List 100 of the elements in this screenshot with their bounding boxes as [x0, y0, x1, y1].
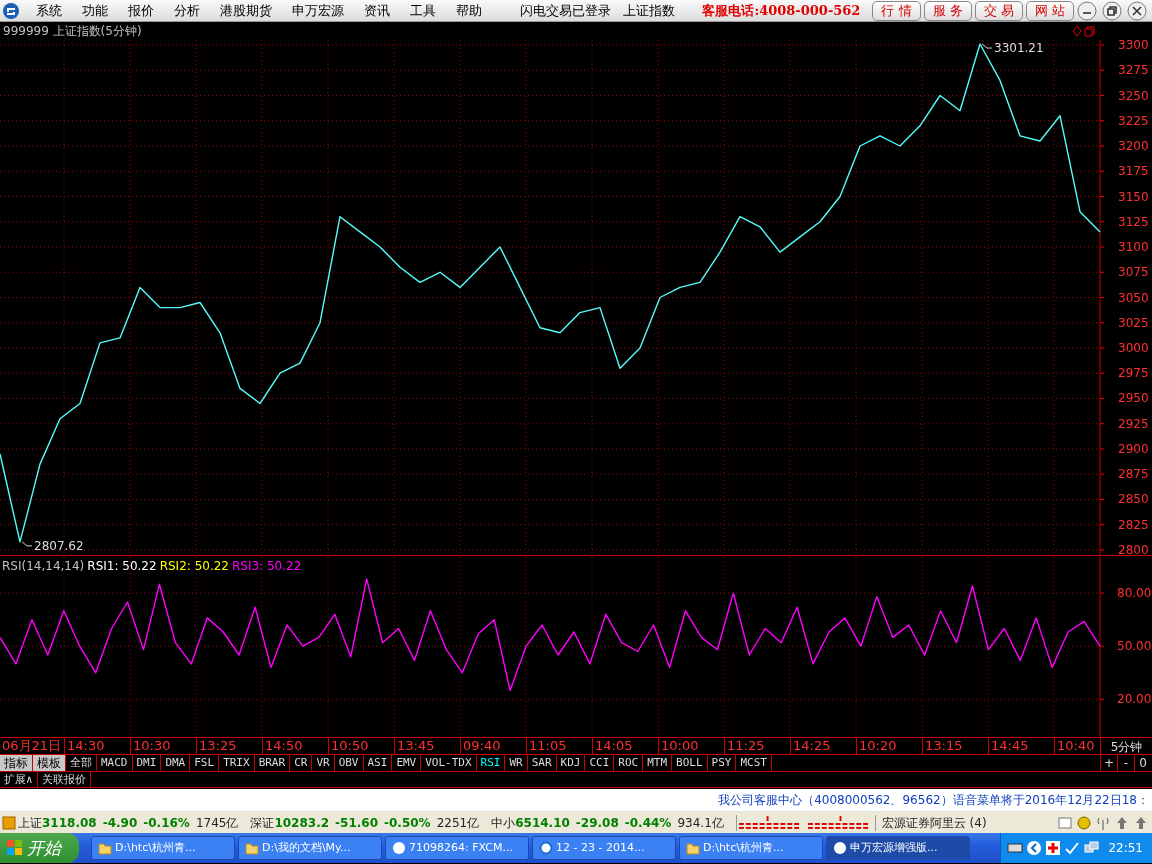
indicator-tab[interactable]: OBV — [334, 755, 364, 771]
indicator-tab[interactable]: ROC — [614, 755, 644, 771]
index-quote: 上证3118.08 — [18, 814, 97, 832]
toolbar-button[interactable]: 交 易 — [974, 0, 1023, 21]
tick-label: 2825 — [1099, 517, 1149, 532]
indicator-tab[interactable]: DMI — [132, 755, 162, 771]
tick-label: 3150 — [1099, 189, 1149, 204]
indicator-tab[interactable]: CCI — [585, 755, 615, 771]
indicator-tab[interactable]: MCST — [736, 755, 772, 771]
indicator-tab[interactable]: CR — [290, 755, 313, 771]
tick-label: 3025 — [1099, 315, 1149, 330]
cross-icon[interactable] — [1045, 840, 1062, 856]
panel-controls-icon[interactable] — [1072, 25, 1096, 37]
change-value: -51.60 — [335, 814, 378, 832]
period-label[interactable]: 5分钟 — [1110, 740, 1143, 754]
zoom-button[interactable]: - — [1117, 755, 1134, 771]
tick-label: 2850 — [1099, 492, 1149, 507]
y-tick-label: 80.00 — [1117, 586, 1152, 601]
time-label: 09:40 — [460, 738, 526, 754]
tick-label: 3275 — [1099, 63, 1149, 78]
indicator-tab[interactable]: MTM — [643, 755, 673, 771]
logo-icon[interactable] — [2, 1, 20, 20]
y-tick-label: 2825 — [1118, 517, 1149, 532]
notice-text: 我公司客服中心（4008000562、96562）语音菜单将于2016年12月22日18： — [718, 792, 1149, 809]
change-percent: -0.44% — [624, 814, 672, 832]
taskbar-button[interactable]: D:\htc\杭州青... — [91, 836, 235, 860]
indicator-tab[interactable]: 指标 — [0, 755, 33, 771]
time-label: 14:45 — [988, 738, 1054, 754]
tick-label: 3125 — [1099, 214, 1149, 229]
menu-item[interactable]: 功能 — [72, 0, 118, 21]
menu-item[interactable]: 港股期货 — [210, 0, 282, 21]
indicator-tab[interactable]: 全部 — [66, 755, 97, 771]
indicator-tab[interactable]: WR — [505, 755, 528, 771]
toolbar-button[interactable]: 网 站 — [1025, 0, 1074, 21]
tick-label: 3100 — [1099, 240, 1149, 254]
menu-item[interactable]: 系统 — [26, 0, 72, 21]
globe-icon — [539, 841, 553, 855]
menu-item[interactable]: 申万宏源 — [282, 0, 354, 21]
tab[interactable]: 扩展∧ — [0, 772, 38, 787]
menu-item[interactable]: 工具 — [400, 0, 446, 21]
taskbar-button[interactable]: D:\htc\杭州青... — [679, 836, 823, 860]
network-icon[interactable] — [1083, 840, 1100, 856]
keyboard-icon[interactable] — [1007, 840, 1024, 856]
tick-label: 50.00 — [1099, 639, 1152, 654]
toolbar-button[interactable]: 行 情 — [872, 0, 921, 21]
indicator-tab[interactable]: VOL-TDX — [421, 755, 477, 771]
tick-label: 80.00 — [1099, 586, 1152, 601]
restore-icon[interactable] — [1102, 0, 1122, 21]
start-button[interactable]: 开始 — [0, 833, 79, 863]
tab[interactable]: 关联报价 — [37, 772, 91, 787]
tick-label: 2975 — [1099, 366, 1149, 381]
indicator-tab[interactable]: EMV — [392, 755, 422, 771]
menu-item[interactable]: 帮助 — [446, 0, 492, 21]
tick-label: 2875 — [1099, 467, 1149, 482]
indicator-tab[interactable]: BOLL — [672, 755, 708, 771]
time-label: 10:50 — [328, 738, 394, 754]
indicator-tab[interactable]: VR — [312, 755, 335, 771]
indicator-tab[interactable]: BRAR — [254, 755, 291, 771]
folder-icon — [245, 841, 259, 855]
indicator-tab[interactable]: PSY — [707, 755, 737, 771]
taskbar-button[interactable]: D:\我的文档\My... — [238, 836, 382, 860]
zoom-button[interactable]: 0 — [1134, 755, 1151, 771]
menu-item[interactable]: 资讯 — [354, 0, 400, 21]
index-quote: 深证10283.2 — [250, 814, 330, 832]
coin-icon[interactable] — [1076, 814, 1092, 831]
tick-label: 3050 — [1099, 290, 1149, 305]
menu-item[interactable]: 分析 — [164, 0, 210, 21]
app-icon — [392, 841, 406, 855]
indicator-tab[interactable]: FSL — [190, 755, 220, 771]
time-label: 06月21日 — [1, 738, 63, 754]
indicator-tab[interactable]: KDJ — [556, 755, 586, 771]
y-tick-label: 3125 — [1118, 214, 1149, 229]
indicator-tab[interactable]: SAR — [527, 755, 557, 771]
indicator-tab[interactable]: TRIX — [219, 755, 255, 771]
indicator-tab[interactable]: MACD — [97, 755, 133, 771]
tick-label: 20.00 — [1099, 692, 1152, 707]
y-tick-label: 3150 — [1118, 189, 1149, 204]
indicator-tab[interactable]: ASI — [363, 755, 393, 771]
close-icon[interactable] — [1127, 0, 1147, 21]
indicator-tab[interactable]: 模板 — [33, 755, 66, 771]
y-tick-label: 2875 — [1118, 467, 1149, 482]
indicator-tab[interactable]: RSI — [476, 755, 506, 771]
taskbar-button[interactable]: 12 - 23 - 2014... — [532, 836, 676, 860]
index-quote: 中小6514.10 — [491, 814, 570, 832]
indicator-tab[interactable]: DMA — [161, 755, 191, 771]
taskbar-button[interactable]: 71098264: FXCM... — [385, 836, 529, 860]
zoom-button[interactable]: + — [1100, 755, 1117, 771]
time-label: 14:50 — [262, 738, 328, 754]
time-label: 11:05 — [526, 738, 592, 754]
tick-label: 2950 — [1099, 391, 1149, 406]
toolbar-button[interactable]: 服 务 — [923, 0, 972, 21]
check-icon[interactable] — [1064, 840, 1081, 856]
menu-item[interactable]: 报价 — [118, 0, 164, 21]
time-label: 10:30 — [130, 738, 196, 754]
y-tick-label: 3050 — [1118, 290, 1149, 305]
minimize-icon[interactable] — [1077, 0, 1097, 21]
taskbar-button[interactable]: 申万宏源增强版... — [826, 836, 970, 860]
time-label: 14:25 — [790, 738, 856, 754]
change-percent: -0.16% — [143, 814, 190, 832]
time-label: 13:15 — [922, 738, 988, 754]
